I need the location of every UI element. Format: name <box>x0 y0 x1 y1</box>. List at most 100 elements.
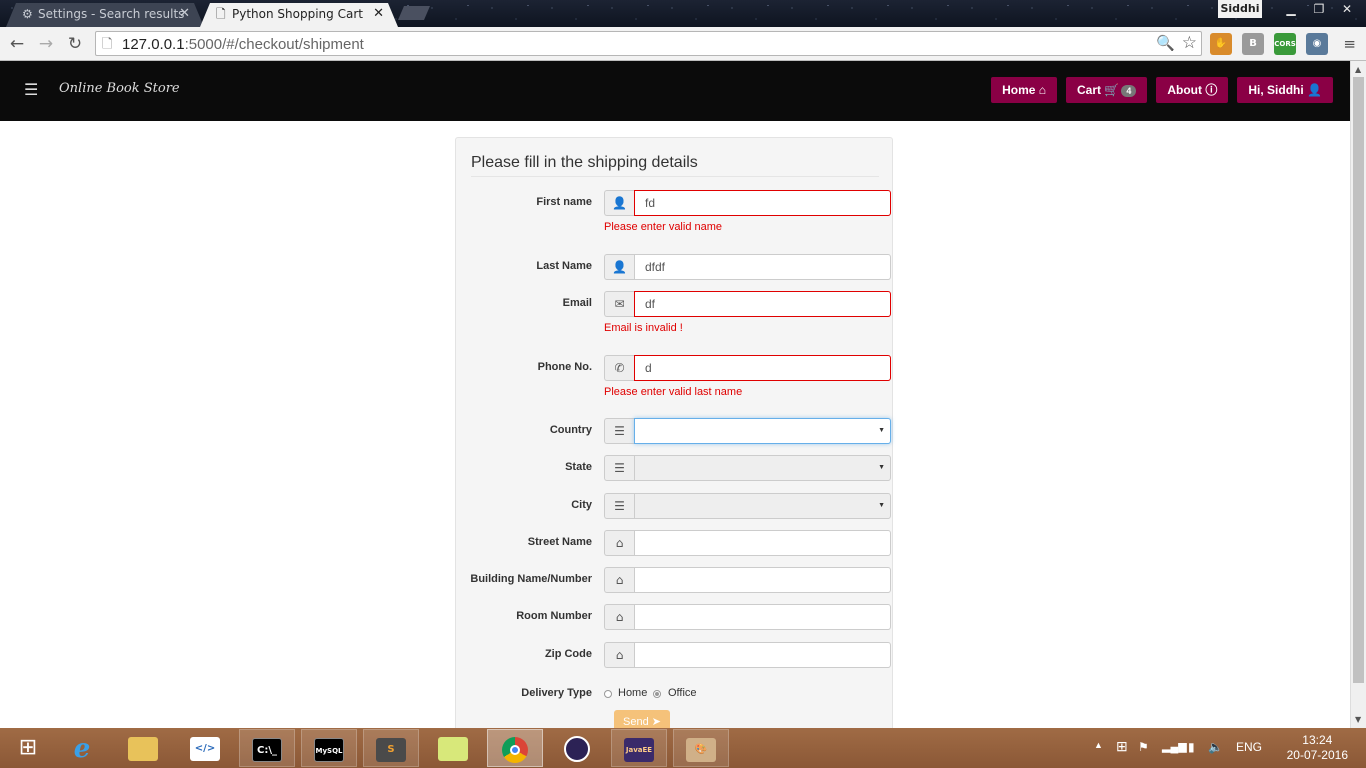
brand-logo[interactable]: Online Book Store <box>59 81 180 96</box>
form-title: Please fill in the shipping details <box>471 154 879 177</box>
street-input[interactable] <box>634 530 891 556</box>
file-explorer-icon[interactable] <box>115 729 171 767</box>
phone-error: Please enter valid last name <box>604 386 743 398</box>
cart-count-badge: 4 <box>1121 85 1137 97</box>
close-icon[interactable]: ✕ <box>1334 0 1360 18</box>
menu-icon[interactable]: ≡ <box>1343 35 1356 53</box>
clock-date: 20-07-2016 <box>1286 748 1348 762</box>
delivery-office-label[interactable]: Office <box>668 687 697 699</box>
visual-studio-icon[interactable]: </> <box>177 729 233 767</box>
browser-toolbar: ← → ↻ 🗋 127.0.0.1:5000/#/checkout/shipme… <box>0 27 1366 61</box>
page-icon: 🗋 <box>102 37 113 52</box>
first-name-input[interactable]: fd <box>634 190 891 216</box>
eye-extension-icon[interactable]: ◉ <box>1306 33 1328 55</box>
nav-about-button[interactable]: About ⓘ <box>1156 77 1229 103</box>
cors-extension-icon[interactable]: CORS <box>1274 33 1296 55</box>
sublime-text-icon[interactable]: S <box>363 729 419 767</box>
paint-icon[interactable]: 🎨 <box>673 729 729 767</box>
delivery-office-radio[interactable] <box>653 690 661 698</box>
room-input[interactable] <box>634 604 891 630</box>
home-icon: ⌂ <box>604 530 634 556</box>
info-icon: ⓘ <box>1205 83 1218 97</box>
back-icon[interactable]: ← <box>5 32 29 56</box>
flag-icon[interactable]: ⚑ <box>1138 740 1149 754</box>
mysql-icon[interactable]: MySQL <box>301 729 357 767</box>
network-icon[interactable]: ▂▄▆ <box>1162 740 1187 753</box>
eclipse-icon[interactable] <box>549 729 605 767</box>
tab-settings[interactable]: ⚙ Settings - Search results ✕ <box>6 3 204 27</box>
tab-python-shopping-cart[interactable]: 🗋 Python Shopping Cart ✕ <box>200 3 398 27</box>
phone-icon: ✆ <box>604 355 634 381</box>
zoom-icon[interactable]: 🔍 <box>1156 34 1175 52</box>
country-select[interactable]: ▼ <box>634 418 891 444</box>
b-extension-icon[interactable]: B <box>1242 33 1264 55</box>
restore-icon[interactable]: ❐ <box>1306 0 1332 18</box>
scroll-up-icon[interactable]: ▲ <box>1355 65 1361 74</box>
shipping-form: Please fill in the shipping details Firs… <box>455 137 893 728</box>
email-error: Email is invalid ! <box>604 322 683 334</box>
page-icon: 🗋 <box>216 7 226 21</box>
state-row: State ☰ ▼ <box>456 455 894 481</box>
minimize-icon[interactable]: ▁ <box>1278 0 1304 18</box>
home-icon: ⌂ <box>604 642 634 668</box>
java-ee-ide-icon[interactable]: JavaEE <box>611 729 667 767</box>
delivery-type-row: Delivery Type Home Office <box>456 685 894 705</box>
delivery-home-label[interactable]: Home <box>618 687 647 699</box>
battery-icon[interactable]: ▮ <box>1188 740 1195 754</box>
clock-time: 13:24 <box>1302 733 1333 747</box>
bookmark-star-icon[interactable]: ☆ <box>1182 33 1197 53</box>
language-indicator[interactable]: ENG <box>1236 740 1262 754</box>
volume-icon[interactable]: 🔈 <box>1208 740 1223 754</box>
nav-user-button[interactable]: Hi, Siddhi 👤 <box>1237 77 1333 103</box>
scroll-down-icon[interactable]: ▼ <box>1355 715 1361 724</box>
reload-icon[interactable]: ↻ <box>63 32 87 56</box>
street-row: Street Name ⌂ <box>456 530 894 556</box>
zip-row: Zip Code ⌂ <box>456 642 894 668</box>
email-input[interactable]: df <box>634 291 891 317</box>
dropdown-caret-icon: ▼ <box>878 427 885 434</box>
dropdown-caret-icon: ▼ <box>878 502 885 509</box>
page-content: ☰ Online Book Store Home ⌂ Cart 🛒 4 About… <box>0 61 1350 728</box>
delivery-home-radio[interactable] <box>604 690 612 698</box>
email-label: Email <box>562 297 592 309</box>
windows-taskbar: ⊞ e </> C:\_ MySQL S JavaEE 🎨 ▲ ⊞ ⚑ ▂▄▆ … <box>0 728 1366 768</box>
sticky-notes-icon[interactable] <box>425 729 481 767</box>
address-bar[interactable]: 🗋 127.0.0.1:5000/#/checkout/shipment 🔍 ☆ <box>95 31 1202 56</box>
country-label: Country <box>549 424 592 436</box>
phone-input[interactable]: d <box>634 355 891 381</box>
last-name-label: Last Name <box>536 260 592 272</box>
room-label: Room Number <box>516 610 592 622</box>
nav-cart-button[interactable]: Cart 🛒 4 <box>1066 77 1148 103</box>
nav-home-button[interactable]: Home ⌂ <box>991 77 1058 103</box>
scrollbar-thumb[interactable] <box>1353 77 1364 683</box>
city-select[interactable]: ▼ <box>634 493 891 519</box>
building-row: Building Name/Number ⌂ <box>456 567 894 593</box>
chrome-icon[interactable] <box>487 729 543 767</box>
list-menu-icon[interactable]: ☰ <box>24 80 38 99</box>
desktop-icon[interactable]: ⊞ <box>1116 738 1128 755</box>
send-button[interactable]: Send ➤ <box>614 710 670 728</box>
building-input[interactable] <box>634 567 891 593</box>
cart-icon: 🛒 <box>1104 83 1120 97</box>
start-button[interactable]: ⊞ <box>0 729 56 767</box>
clock[interactable]: 13:24 20-07-2016 <box>1287 733 1348 763</box>
state-select[interactable]: ▼ <box>634 455 891 481</box>
send-icon: ➤ <box>651 716 661 728</box>
zip-input[interactable] <box>634 642 891 668</box>
profile-button[interactable]: Siddhi <box>1218 0 1262 18</box>
close-tab-icon[interactable]: ✕ <box>373 3 384 25</box>
city-row: City ☰ ▼ <box>456 493 894 519</box>
phone-row: Phone No. ✆ d Please enter valid last na… <box>456 355 894 398</box>
forward-icon[interactable]: → <box>34 32 58 56</box>
close-tab-icon[interactable]: ✕ <box>179 3 190 25</box>
last-name-input[interactable]: dfdf <box>634 254 891 280</box>
hand-extension-icon[interactable]: ✋ <box>1210 33 1232 55</box>
url-text[interactable]: 127.0.0.1:5000/#/checkout/shipment <box>122 36 364 53</box>
internet-explorer-icon[interactable]: e <box>54 729 110 767</box>
page-scrollbar[interactable]: ▲ ▼ <box>1350 61 1366 728</box>
command-prompt-icon[interactable]: C:\_ <box>239 729 295 767</box>
gear-icon: ⚙ <box>22 7 33 21</box>
list-icon: ☰ <box>604 455 634 481</box>
extensions: ✋ B CORS ◉ <box>1210 33 1328 55</box>
show-hidden-icons-icon[interactable]: ▲ <box>1094 740 1103 750</box>
